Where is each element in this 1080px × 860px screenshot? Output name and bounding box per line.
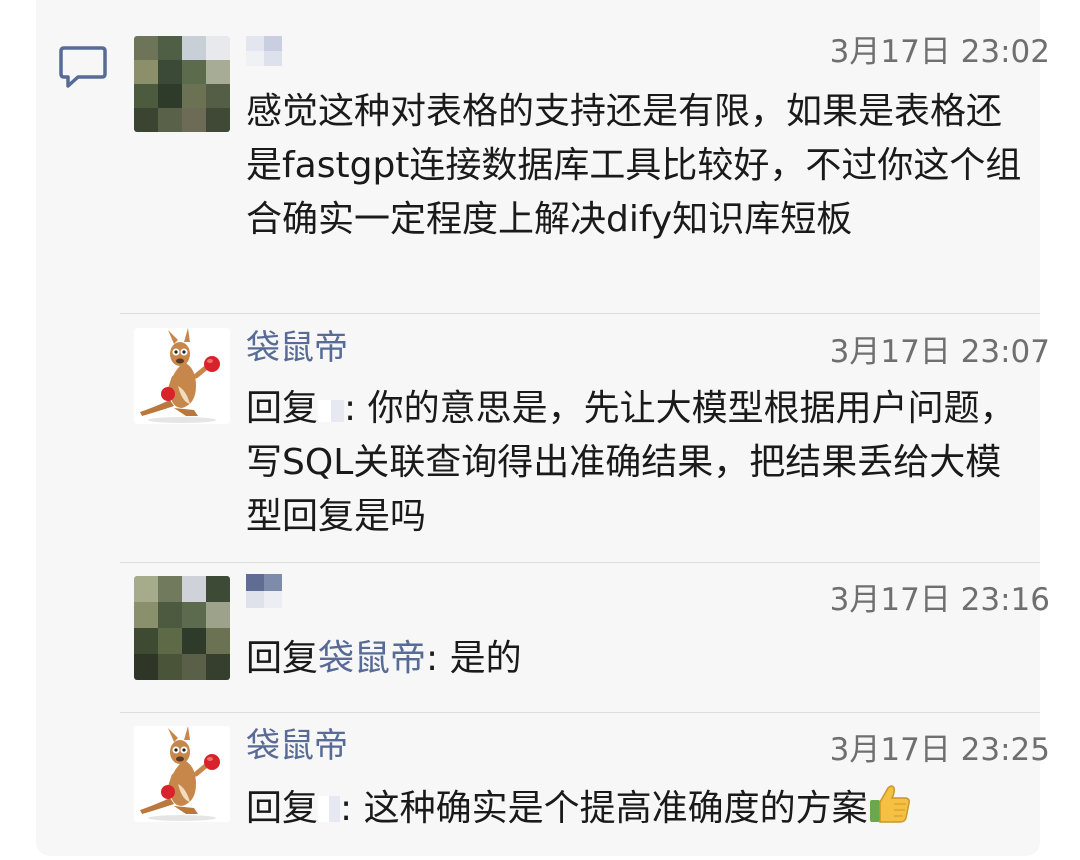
avatar-blurred[interactable] bbox=[134, 576, 230, 680]
comment-text: 回复袋鼠帝: 是的 bbox=[246, 632, 1036, 686]
comment-timestamp: 3月17日 23:16 bbox=[829, 582, 1050, 618]
comment-text: 回复 : 这种确实是个提高准确度的方案 bbox=[246, 782, 1036, 840]
reply-prefix: 回复 bbox=[246, 638, 319, 679]
comment-text: 回复: 你的意思是，先让大模型根据用户问题，写SQL关联查询得出准确结果，把结果… bbox=[246, 382, 1036, 544]
comment-text: 感觉这种对表格的支持还是有限，如果是表格还是fastgpt连接数据库工具比较好，… bbox=[246, 91, 1022, 240]
reply-body: : 是的 bbox=[426, 638, 522, 679]
avatar-blurred[interactable] bbox=[134, 36, 230, 132]
thumbs-up-icon bbox=[868, 784, 912, 840]
reply-body: : 你的意思是，先让大模型根据用户问题，写SQL关联查询得出准确结果，把结果丢给… bbox=[246, 388, 1016, 537]
divider bbox=[120, 712, 1040, 713]
username-blurred[interactable] bbox=[246, 574, 282, 608]
reply-target-blurred[interactable] bbox=[318, 400, 345, 422]
comment-icon bbox=[59, 46, 107, 88]
avatar-kangaroo[interactable] bbox=[134, 726, 230, 822]
username-link[interactable]: 袋鼠帝 bbox=[246, 326, 348, 370]
avatar-kangaroo[interactable] bbox=[134, 328, 230, 424]
comment-timestamp: 3月17日 23:07 bbox=[829, 334, 1050, 370]
reply-target-link[interactable]: 袋鼠帝 bbox=[318, 638, 426, 679]
reply-body: : 这种确实是个提高准确度的方案 bbox=[340, 788, 868, 829]
divider bbox=[120, 313, 1040, 314]
reply-prefix: 回复 bbox=[246, 388, 319, 429]
reply-prefix: 回复 bbox=[246, 788, 319, 829]
comment-timestamp: 3月17日 23:25 bbox=[829, 732, 1050, 768]
comment-timestamp: 3月17日 23:02 bbox=[829, 34, 1050, 70]
reply-target-blurred[interactable] bbox=[318, 796, 341, 822]
username-blurred[interactable] bbox=[246, 36, 282, 70]
username-link[interactable]: 袋鼠帝 bbox=[246, 724, 348, 768]
divider bbox=[120, 562, 1040, 563]
